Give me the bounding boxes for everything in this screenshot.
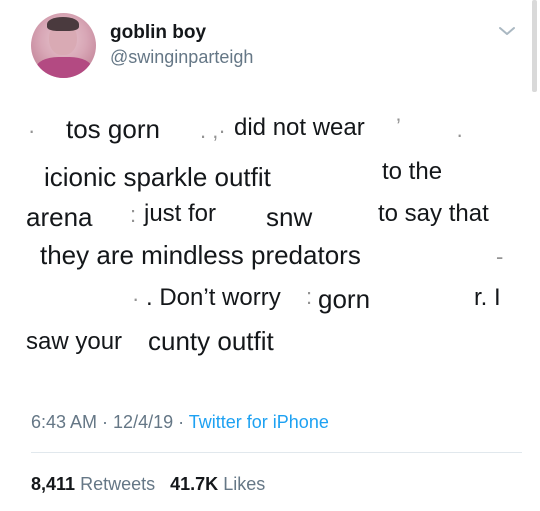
- chevron-down-icon[interactable]: [498, 24, 516, 38]
- divider: [31, 452, 522, 453]
- tweet-text-segment: . Don’t worry: [146, 284, 281, 311]
- tweet-text-segment: snw: [266, 202, 313, 232]
- tweet-time[interactable]: 6:43 AM: [31, 412, 97, 432]
- tweet-stats: 8,411 Retweets 41.7K Likes: [31, 474, 265, 495]
- redaction-mark: ·: [456, 122, 464, 147]
- redaction-mark: :: [130, 202, 137, 227]
- tweet-text-segment: arena: [26, 202, 93, 232]
- tweet-text-segment: cunty outfit: [148, 326, 274, 356]
- redaction-mark: ·: [28, 118, 36, 143]
- likes-stat[interactable]: 41.7K Likes: [170, 474, 265, 494]
- likes-label: Likes: [223, 474, 266, 494]
- avatar-shirt: [36, 57, 92, 78]
- redaction-mark: :: [306, 284, 313, 309]
- tweet-text-segment: tos gorn: [66, 114, 160, 144]
- avatar-hair: [47, 17, 79, 31]
- tweet-source-link[interactable]: Twitter for iPhone: [189, 412, 329, 432]
- user-handle[interactable]: @swinginparteigh: [110, 47, 253, 68]
- tweet-text-segment: r. I: [474, 284, 501, 311]
- display-name[interactable]: goblin boy: [110, 22, 206, 44]
- meta-separator: ·: [97, 412, 114, 432]
- tweet-text-segment: they are mindless predators: [40, 240, 361, 270]
- redaction-mark: ·: [132, 286, 140, 311]
- tweet-text-segment: to the: [382, 158, 443, 185]
- redaction-mark: . ,·: [200, 118, 226, 143]
- redaction-mark: -: [496, 244, 504, 269]
- tweet-text-segment: gorn: [318, 284, 371, 314]
- tweet-text-segment: just for: [144, 200, 217, 227]
- tweet-text-segment: did not wear: [234, 114, 365, 141]
- tweet-date[interactable]: 12/4/19: [113, 412, 173, 432]
- tweet-text-segment: to say that: [378, 200, 489, 227]
- likes-count: 41.7K: [170, 474, 219, 494]
- retweets-label: Retweets: [80, 474, 156, 494]
- tweet-meta: 6:43 AM · 12/4/19 · Twitter for iPhone: [31, 412, 329, 433]
- redaction-mark: ’: [396, 114, 401, 139]
- tweet-text-segment: saw your: [26, 328, 123, 355]
- retweets-count: 8,411: [31, 474, 76, 494]
- tweet-text-segment: icionic sparkle outfit: [44, 162, 271, 192]
- scrollbar[interactable]: [532, 0, 537, 92]
- meta-separator: ·: [173, 412, 189, 432]
- retweets-stat[interactable]: 8,411 Retweets: [31, 474, 155, 494]
- avatar[interactable]: [31, 13, 96, 78]
- tweet-card: goblin boy @swinginparteigh · tos gorn .…: [0, 0, 540, 511]
